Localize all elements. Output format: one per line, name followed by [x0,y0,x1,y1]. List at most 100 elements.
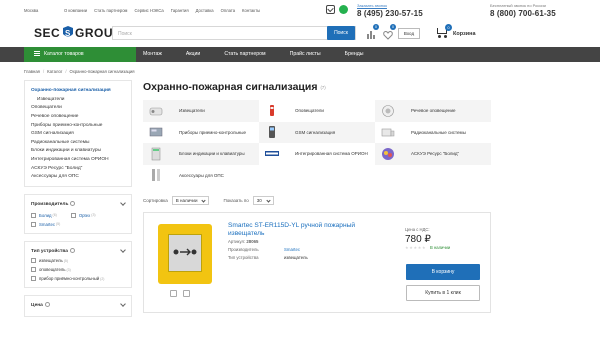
sidebar-item[interactable]: Аксессуары для ОПС [25,172,131,181]
category-tile[interactable]: Аксессуары для ОПС [143,165,259,187]
top-links: О компании Стать партнером Сервис НЭКСа … [64,8,260,13]
sidebar-item[interactable]: GSM сигнализация [25,129,131,138]
filter-title[interactable]: Производитель [31,202,68,207]
checkbox[interactable] [31,212,36,218]
nav-item-prices[interactable]: Прайс листы [290,47,321,62]
category-tile[interactable]: Приборы приемно-контрольные [143,122,259,144]
checkbox[interactable] [70,212,76,218]
check-icon[interactable] [183,290,190,297]
top-link-payment[interactable]: Оплата [221,8,235,13]
site-logo[interactable]: SEC S GROUP [34,26,121,43]
filter-checkbox[interactable]: Болид (6) [31,212,57,218]
top-link-warranty[interactable]: Гарантия [171,8,189,13]
nav-item-montage[interactable]: Монтаж [143,47,162,62]
filter-checkbox[interactable]: прибор приёмно-контрольный (2) [31,276,125,282]
breadcrumb-catalog[interactable]: Каталог [47,69,62,74]
sidebar-item[interactable]: Речевое оповещение [25,112,131,121]
category-label: Аксессуары для ОПС [179,172,224,178]
phone-main[interactable]: 8 (495) 230-57-15 [357,9,423,18]
login-button[interactable]: Вход [398,28,420,39]
filter-title[interactable]: Цена [31,303,43,308]
category-tile[interactable]: Интегрированная система ОРИОН [259,143,375,165]
svg-text:S: S [65,29,71,38]
top-link-partner[interactable]: Стать партнером [94,8,127,13]
sort-select[interactable]: В наличии [171,196,210,205]
product-name-link[interactable]: Smartec ST-ER115D-YL ручной пожарный изв… [228,222,388,238]
nav-item-partner[interactable]: Стать партнером [224,47,265,62]
filter-checkbox[interactable]: Optex (3) [70,212,96,218]
checkbox[interactable] [31,258,36,264]
speaker-icon [382,104,394,117]
callback-link[interactable]: Заказать звонок [357,3,423,8]
checkbox-count: (5) [56,222,61,227]
chevron-up-icon[interactable] [120,246,126,253]
filter-checkbox[interactable]: Smartec (5) [31,221,61,227]
nav-item-brands[interactable]: Бренды [345,47,364,62]
manufacturer-link[interactable]: Smartec [284,247,300,252]
category-tile[interactable]: Оповещатели [259,100,375,122]
zoom-icon[interactable] [170,290,177,297]
checkbox[interactable] [31,267,36,273]
filter-checkbox[interactable]: оповещатель (3) [31,267,125,273]
info-icon[interactable] [69,247,75,253]
sidebar-item[interactable]: Оповещатели [25,104,131,113]
category-label: АСКУЭ Ресурс "Болид" [411,151,460,157]
mail-icon[interactable] [326,5,335,14]
top-link-about[interactable]: О компании [64,8,87,13]
cart-label[interactable]: Корзина [453,31,476,37]
price-value: 780 ₽ [405,234,431,245]
top-link-service[interactable]: Сервис НЭКСа [134,8,163,13]
sidebar-item[interactable]: АСКУЭ Ресурс "Болид" [25,164,131,173]
sidebar-item[interactable]: Приборы приемно-контрольные [25,121,131,130]
chevron-up-icon[interactable] [120,301,126,308]
search-input[interactable]: Поиск [112,26,356,40]
top-link-delivery[interactable]: Доставка [196,8,214,13]
per-page-select[interactable]: 30 [252,196,274,205]
checkbox-label: Болид [39,212,52,218]
chevron-up-icon[interactable] [120,200,126,206]
info-icon[interactable] [44,302,50,308]
category-label: Речевое оповещение [411,108,456,114]
phone-free[interactable]: 8 (800) 700-61-35 [490,9,556,18]
whatsapp-icon[interactable] [339,5,348,14]
buy-one-click-button[interactable]: Купить в 1 клик [406,285,480,301]
category-tile[interactable]: Речевое оповещение [375,100,491,122]
free-call-label: Бесплатный звонок по России [490,3,546,8]
category-tile[interactable]: GSM сигнализация [259,121,375,143]
nav-item-promo[interactable]: Акции [186,47,201,62]
filter-title[interactable]: Тип устройства [31,248,68,253]
info-icon[interactable] [70,200,76,206]
checkbox-count: (2) [100,276,105,281]
product-image[interactable] [158,224,212,284]
city-selector[interactable]: Москва [24,8,38,13]
category-label: GSM сигнализация [295,129,336,135]
checkbox[interactable] [31,276,36,282]
sidebar-item[interactable]: Радиоканальные системы [25,138,131,147]
checkbox-label: Optex [78,212,91,218]
manufacturer-label: Производитель [228,247,259,252]
price-label: Цена с НДС: [405,227,430,232]
control-panel-icon [149,128,163,137]
phone-main-block: Заказать звонок 8 (495) 230-57-15 [357,3,423,18]
sidebar-item[interactable]: Блоки индикации и клавиатуры [25,147,131,156]
add-to-cart-button[interactable]: В корзину [406,264,480,280]
filter-options: извещатель (5) оповещатель (3) прибор приё… [31,258,125,282]
top-link-contacts[interactable]: Контакты [242,8,260,13]
category-label: Извещатели [179,108,205,114]
category-tile[interactable]: АСКУЭ Ресурс "Болид" [375,143,491,165]
product-meta: Артикул: 28065 Производитель Smartec Тип … [228,239,308,263]
breadcrumb-home[interactable]: Главная [24,69,40,74]
catalog-button[interactable]: Каталог товаров [24,47,136,62]
checkbox[interactable] [31,221,36,227]
sidebar-item[interactable]: Извещатели [25,95,131,104]
category-tile[interactable]: Блоки индикации и клавиатуры [143,143,259,165]
filter-checkbox[interactable]: извещатель (5) [31,258,125,264]
main-nav: Каталог товаров Монтаж Акции Стать партн… [0,47,600,62]
category-tile[interactable]: Извещатели [143,100,259,122]
sidebar-head[interactable]: Охранно-пожарная сигнализация [25,85,131,95]
meta-row-manufacturer: Производитель Smartec [228,247,308,252]
sidebar-item[interactable]: Интегрированная система ОРИОН [25,155,131,164]
category-tile[interactable]: Радиоканальные системы [375,122,491,144]
checkbox-count: (6) [52,213,57,218]
search-button[interactable]: Поиск [327,26,355,40]
